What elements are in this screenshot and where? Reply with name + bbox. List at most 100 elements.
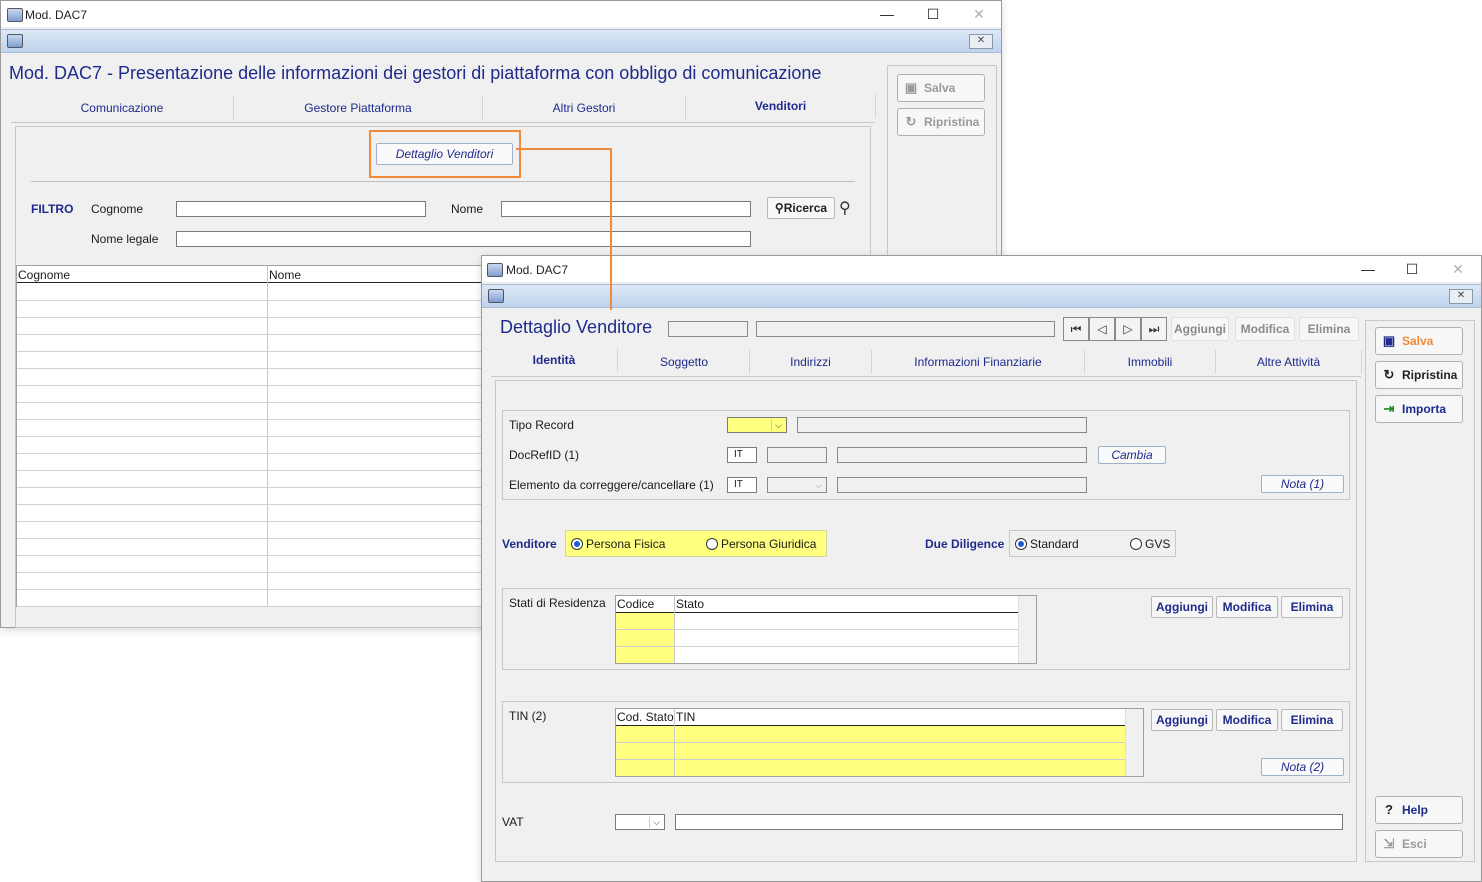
restore-label: Ripristina [924, 115, 980, 129]
table-row[interactable] [17, 539, 487, 556]
stati-aggiungi-button[interactable]: Aggiungi [1151, 596, 1213, 618]
tab-indirizzi[interactable]: Indirizzi [750, 350, 872, 374]
maximize-icon-2[interactable]: ☐ [1390, 258, 1434, 280]
mdi-close-icon-2[interactable]: ✕ [1449, 289, 1473, 304]
tab-venditori[interactable]: Venditori [686, 94, 876, 118]
maximize-icon[interactable]: ☐ [911, 3, 955, 25]
cambia-button[interactable]: Cambia [1098, 446, 1166, 464]
tipo-record-select[interactable]: ⌵ [727, 417, 787, 433]
vat-country-select[interactable]: ⌵ [615, 814, 665, 830]
tin-header-tin: TIN [676, 710, 696, 724]
ricerca-button[interactable]: ⚲Ricerca [767, 197, 835, 219]
stati-scrollbar[interactable] [1018, 596, 1036, 663]
docrefid-part3 [837, 447, 1087, 463]
magnifier-icon[interactable]: ⚲ [839, 198, 851, 218]
chevron-down-icon: ⌵ [771, 419, 785, 431]
table-row[interactable] [17, 284, 487, 301]
last-record-icon[interactable]: ⏭ [1141, 317, 1167, 341]
window-titlebar-2[interactable]: Mod. DAC7 — ☐ ✕ [482, 256, 1481, 282]
import-button[interactable]: ⇥ Importa [1375, 395, 1463, 423]
next-record-icon[interactable]: ▷ [1115, 317, 1141, 341]
table-row [616, 647, 1018, 663]
cognome-input[interactable] [176, 201, 426, 217]
venditori-grid[interactable]: Cognome Nome [16, 265, 488, 607]
tab-soggetto[interactable]: Soggetto [619, 350, 750, 374]
table-row[interactable] [17, 403, 487, 420]
stati-elimina-button[interactable]: Elimina [1281, 596, 1343, 618]
nome-input[interactable] [501, 201, 751, 217]
vat-input[interactable] [675, 814, 1343, 830]
nome-legale-input[interactable] [176, 231, 751, 247]
minimize-icon-2[interactable]: — [1346, 258, 1390, 280]
table-row[interactable] [17, 420, 487, 437]
close-icon-2[interactable]: ✕ [1436, 258, 1480, 280]
table-row[interactable] [17, 471, 487, 488]
help-button[interactable]: ? Help [1375, 796, 1463, 824]
prev-record-icon[interactable]: ◁ [1089, 317, 1115, 341]
nav-elimina-button[interactable]: Elimina [1299, 317, 1359, 341]
nome-legale-label: Nome legale [91, 232, 159, 246]
table-row[interactable] [17, 301, 487, 318]
table-row[interactable] [17, 590, 487, 607]
table-row[interactable] [17, 488, 487, 505]
tin-modifica-button[interactable]: Modifica [1216, 709, 1278, 731]
minimize-icon[interactable]: — [865, 3, 909, 25]
search-icon: ⚲ [774, 201, 784, 215]
tin-grid[interactable]: Cod. Stato TIN [615, 708, 1144, 777]
persona-giuridica-label[interactable]: Persona Giuridica [721, 537, 816, 551]
tab-altri-gestori[interactable]: Altri Gestori [483, 96, 686, 120]
table-row[interactable] [17, 318, 487, 335]
tab-identita[interactable]: Identità [491, 348, 618, 372]
table-row[interactable] [17, 505, 487, 522]
stati-header-codice: Codice [617, 597, 655, 611]
table-row[interactable] [17, 573, 487, 590]
gvs-label[interactable]: GVS [1145, 537, 1170, 551]
window-titlebar[interactable]: Mod. DAC7 — ☐ ✕ [1, 1, 1001, 27]
save-button-2[interactable]: ▣ Salva [1375, 327, 1463, 355]
close-icon[interactable]: ✕ [957, 3, 1001, 25]
table-row[interactable] [17, 335, 487, 352]
tin-elimina-button[interactable]: Elimina [1281, 709, 1343, 731]
restore-button[interactable]: ↻ Ripristina [897, 108, 985, 136]
nota2-button[interactable]: Nota (2) [1261, 758, 1344, 776]
table-row[interactable] [17, 454, 487, 471]
standard-label[interactable]: Standard [1030, 537, 1079, 551]
tab-immobili[interactable]: Immobili [1085, 350, 1216, 374]
tin-scrollbar[interactable] [1125, 709, 1143, 776]
detail-tab-strip: Identità Soggetto Indirizzi Informazioni… [491, 348, 1362, 377]
table-row[interactable] [17, 369, 487, 386]
radio-persona-fisica[interactable] [571, 538, 583, 550]
exit-button[interactable]: ⇲ Esci [1375, 830, 1463, 858]
restore-button-2[interactable]: ↻ Ripristina [1375, 361, 1463, 389]
radio-gvs[interactable] [1130, 538, 1142, 550]
mdi-close-icon[interactable]: ✕ [969, 34, 993, 49]
radio-persona-giuridica[interactable] [706, 538, 718, 550]
tab-comunicazione[interactable]: Comunicazione [11, 96, 234, 120]
first-record-icon[interactable]: ⏮ [1063, 317, 1089, 341]
persona-fisica-label[interactable]: Persona Fisica [586, 537, 665, 551]
table-row[interactable] [17, 437, 487, 454]
dettaglio-venditori-button[interactable]: Dettaglio Venditori [376, 143, 513, 165]
stati-grid-header: Codice Stato [616, 596, 1018, 613]
filter-label: FILTRO [31, 202, 74, 216]
table-row[interactable] [17, 522, 487, 539]
save-button[interactable]: ▣ Salva [897, 74, 985, 102]
stati-modifica-button[interactable]: Modifica [1216, 596, 1278, 618]
window-title: Mod. DAC7 [25, 8, 88, 22]
table-row[interactable] [17, 352, 487, 369]
nav-aggiungi-button[interactable]: Aggiungi [1171, 317, 1229, 341]
tin-aggiungi-button[interactable]: Aggiungi [1151, 709, 1213, 731]
tipo-record-label: Tipo Record [509, 418, 574, 432]
nav-modifica-button[interactable]: Modifica [1235, 317, 1295, 341]
radio-standard[interactable] [1015, 538, 1027, 550]
nota1-button[interactable]: Nota (1) [1261, 475, 1344, 493]
stati-grid[interactable]: Codice Stato [615, 595, 1037, 664]
tab-gestore-piattaforma[interactable]: Gestore Piattaforma [234, 96, 483, 120]
docrefid-part2 [767, 447, 827, 463]
elemento-select[interactable]: ⌵ [767, 477, 827, 493]
tab-informazioni-finanziarie[interactable]: Informazioni Finanziarie [872, 350, 1085, 374]
table-row[interactable] [17, 556, 487, 573]
tab-altre-attivita[interactable]: Altre Attività [1216, 350, 1362, 374]
help-label: Help [1402, 803, 1429, 817]
table-row[interactable] [17, 386, 487, 403]
